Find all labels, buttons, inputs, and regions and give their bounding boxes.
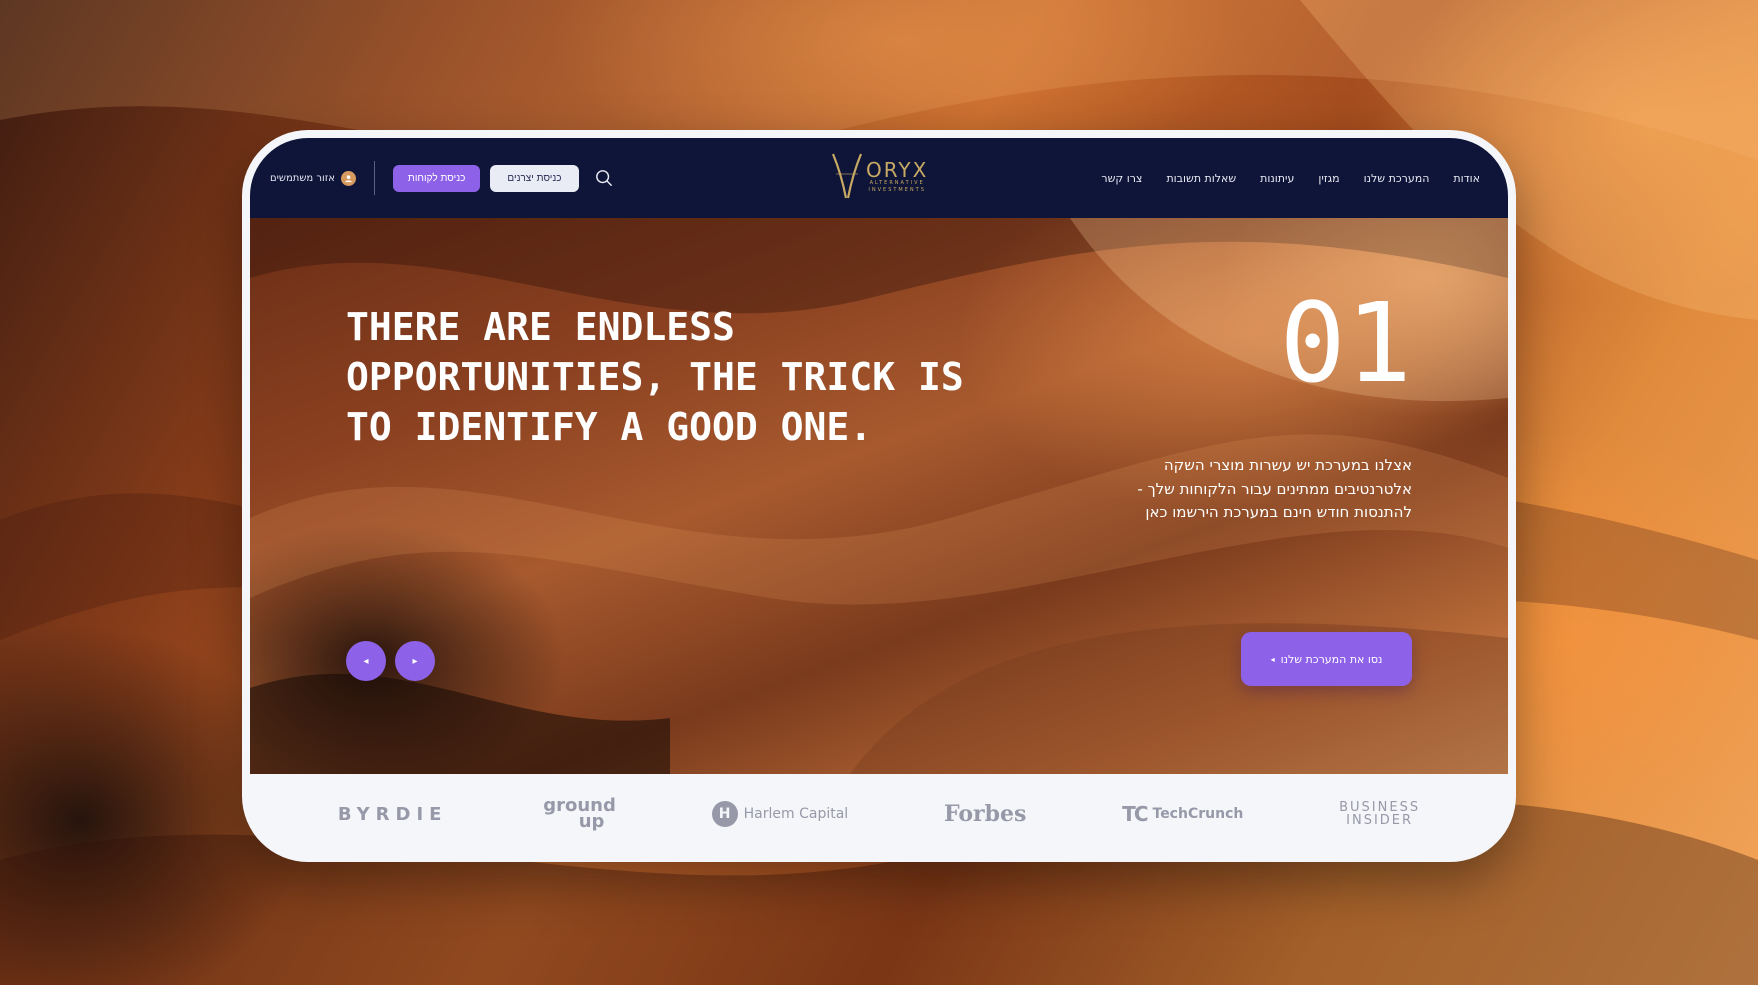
harlem-capital-name: Harlem Capital — [743, 806, 849, 822]
cta-label: נסו את המערכת שלנו — [1280, 652, 1383, 666]
business-insider-logo: BUSINESS INSIDER — [1339, 801, 1420, 827]
logo-tagline: ALTERNATIVE INVESTMENTS — [868, 180, 926, 193]
top-navbar: אזור משתמשים כניסת לקוחות כניסת יצרנים O… — [250, 138, 1508, 218]
hero-description-line: אצלנו במערכת יש עשרות מוצרי השקה — [1163, 456, 1412, 474]
clients-login-button[interactable]: כניסת לקוחות — [392, 164, 481, 192]
slider-controls: ◂ ▸ — [346, 641, 435, 681]
hero-description-line: אלטרנטיבים ממתינים עבור הלקוחות שלך - — [1137, 479, 1412, 498]
press-logos-bar: BYRDIE ground up H Harlem Capital Forbes… — [250, 774, 1508, 854]
producers-login-button[interactable]: כניסת יצרנים — [490, 164, 579, 192]
next-slide-button[interactable]: ▸ — [395, 641, 435, 681]
prev-slide-button[interactable]: ◂ — [346, 641, 386, 681]
search-icon[interactable] — [593, 167, 615, 189]
hero-slide: THERE ARE ENDLESS OPPORTUNITIES, THE TRI… — [250, 218, 1508, 774]
groundup-logo-line: up — [578, 811, 605, 832]
business-insider-line: INSIDER — [1346, 813, 1414, 828]
nav-left-group: אזור משתמשים כניסת לקוחות כניסת יצרנים — [270, 161, 615, 195]
oryx-logo[interactable]: ORYX ALTERNATIVE INVESTMENTS — [830, 152, 928, 202]
nav-link-press[interactable]: עיתונות — [1260, 172, 1294, 185]
nav-divider — [373, 161, 375, 195]
techcrunch-mark-icon: TC — [1122, 802, 1148, 826]
hero-description-line: להתנסות חודש חינם במערכת הירשמו כאן — [1145, 503, 1412, 521]
techcrunch-logo: TC TechCrunch — [1122, 802, 1243, 826]
nav-link-our-system[interactable]: המערכת שלנו — [1364, 172, 1430, 185]
hero-headline: THERE ARE ENDLESS OPPORTUNITIES, THE TRI… — [346, 305, 964, 449]
oryx-horns-icon — [831, 153, 863, 199]
nav-link-magazine[interactable]: מגזין — [1318, 172, 1339, 185]
main-nav-links: אודות המערכת שלנו מגזין עיתונות שאלות תש… — [1101, 172, 1480, 185]
arrow-right-icon: ▸ — [412, 655, 418, 667]
hero-description: אצלנו במערכת יש עשרות מוצרי השקה אלטרנטי… — [1072, 454, 1412, 525]
slide-number: 01 — [1279, 279, 1412, 407]
byrdie-logo: BYRDIE — [337, 803, 448, 825]
user-area-label: אזור משתמשים — [270, 172, 335, 184]
harlem-capital-logo: H Harlem Capital — [711, 801, 849, 827]
logo-name: ORYX — [866, 158, 929, 182]
website-screen: אזור משתמשים כניסת לקוחות כניסת יצרנים O… — [250, 138, 1508, 854]
nav-link-about[interactable]: אודות — [1453, 172, 1480, 185]
user-area-link[interactable]: אזור משתמשים — [270, 170, 356, 186]
user-avatar-icon — [340, 170, 356, 186]
cta-arrow-icon: ◂ — [1270, 654, 1275, 664]
forbes-logo: Forbes — [943, 801, 1027, 827]
nav-link-contact[interactable]: צרו קשר — [1101, 172, 1142, 185]
try-system-button[interactable]: נסו את המערכת שלנו ◂ — [1241, 632, 1412, 686]
techcrunch-name: TechCrunch — [1152, 806, 1244, 822]
device-frame: אזור משתמשים כניסת לקוחות כניסת יצרנים O… — [242, 130, 1516, 862]
harlem-capital-mark-icon: H — [711, 801, 738, 827]
nav-link-faq[interactable]: שאלות תשובות — [1166, 172, 1236, 185]
groundup-logo: ground up — [543, 797, 616, 832]
arrow-left-icon: ◂ — [363, 655, 369, 667]
logo-wordmark: ORYX ALTERNATIVE INVESTMENTS — [866, 160, 928, 194]
